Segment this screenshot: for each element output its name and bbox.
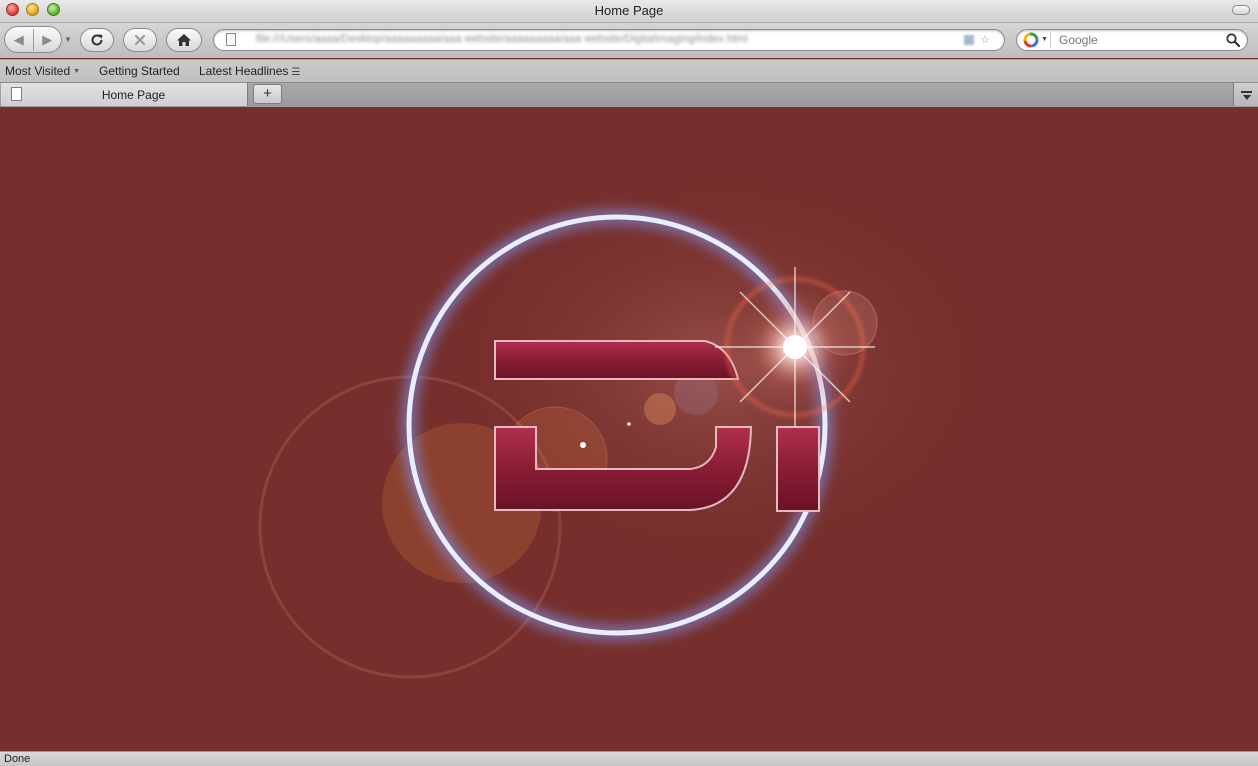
search-placeholder: Google [1059,33,1098,47]
bookmark-latest-headlines[interactable]: Latest Headlines ☰ [199,64,300,78]
stop-icon [134,34,146,46]
rss-feed-icon: ☰ [291,67,301,78]
bookmark-label: Most Visited [5,64,71,78]
navigation-toolbar: ◀ ▶ ▼ file:///Users/aaaa/Desktop/aaaaaaa… [0,23,1258,58]
bookmark-label: Latest Headlines [199,64,289,78]
url-text-blurred: file:///Users/aaaa/Desktop/aaaaaaaaa/aaa… [256,33,748,45]
tab-strip: Home Page + [0,82,1258,108]
search-bar[interactable]: ▼ Google [1016,29,1248,51]
status-bar: Done [0,751,1258,766]
tab-list-icon [1241,91,1252,100]
search-divider [1050,32,1051,48]
magnifier-icon[interactable] [1225,32,1241,48]
url-bar[interactable]: file:///Users/aaaa/Desktop/aaaaaaaaa/aaa… [213,29,1005,51]
window-titlebar: Home Page [0,0,1258,23]
url-badge-icon [964,35,974,45]
chevron-down-icon: ▼ [73,68,81,75]
bookmarks-toolbar: Most Visited ▼ Getting Started Latest Hea… [0,59,1258,82]
new-tab-button[interactable]: + [253,84,282,104]
window-title: Home Page [594,3,664,18]
history-dropdown-icon[interactable]: ▼ [64,35,72,44]
bookmark-star-icon[interactable]: ☆ [980,33,990,46]
home-icon [177,34,191,46]
tab-label: Home Page [101,88,166,102]
tab-home-page[interactable]: Home Page [1,83,248,106]
home-button[interactable] [166,28,202,52]
status-text: Done [4,753,31,765]
back-forward-button-group: ◀ ▶ [4,26,62,53]
google-engine-icon[interactable] [1023,32,1039,48]
stop-button[interactable] [123,28,157,52]
bookmark-most-visited[interactable]: Most Visited ▼ [5,64,80,78]
reload-icon [91,34,103,46]
reload-button[interactable] [80,28,114,52]
page-icon [226,33,236,46]
back-arrow-icon[interactable]: ◀ [5,32,33,48]
list-all-tabs-button[interactable] [1233,83,1258,106]
forward-arrow-icon[interactable]: ▶ [34,32,62,48]
engine-dropdown-icon[interactable]: ▼ [1041,36,1048,43]
bookmark-getting-started[interactable]: Getting Started [99,64,180,78]
toolbar-toggle-button[interactable] [1232,5,1250,15]
di-logo [258,167,1000,679]
page-content [0,107,1258,751]
bookmark-label: Getting Started [99,64,180,78]
